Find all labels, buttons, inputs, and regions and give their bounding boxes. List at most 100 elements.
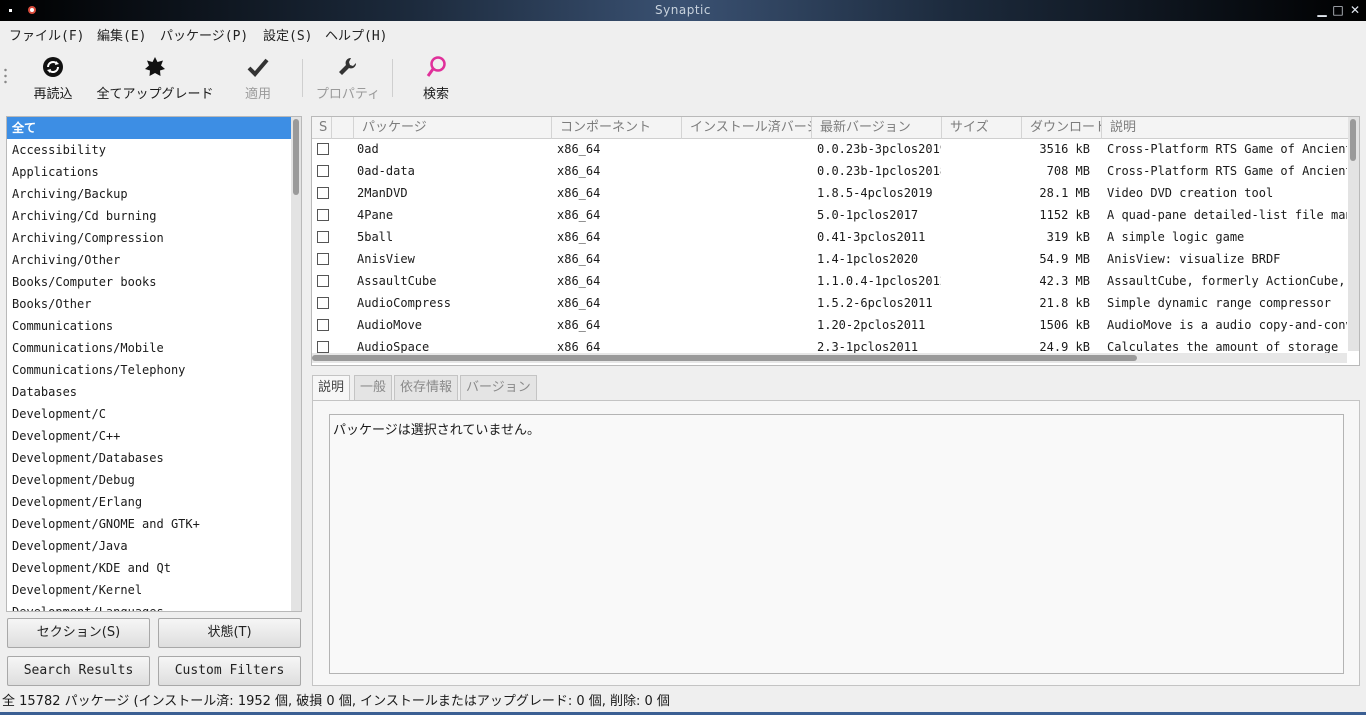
package-name: 5ball [357,230,394,244]
package-checkbox[interactable] [317,143,329,155]
section-item[interactable]: Communications/Mobile [7,337,291,359]
package-description: AnisView: visualize BRDF [1107,252,1281,266]
column-description[interactable]: 説明 [1102,117,1359,139]
package-checkbox[interactable] [317,319,329,331]
section-item[interactable]: Archiving/Backup [7,183,291,205]
package-list[interactable]: S パッケージ コンポーネント インストール済バージョン 最新バージョン サイズ… [311,116,1360,366]
column-component[interactable]: コンポーネント [552,117,682,139]
scrollbar-thumb[interactable] [1350,119,1356,161]
toolbar-separator [302,59,303,97]
toolbar: 再読込 全てアップグレード 適用 プロパティ 検索 [0,45,1366,110]
package-name: 4Pane [357,208,394,222]
package-download-size: 42.3 MB [1039,274,1090,288]
custom-filters-button[interactable]: Custom Filters [158,656,301,686]
menu-bar: ファイル(F) 編集(E) パッケージ(P) 設定(S) ヘルプ(H) [0,21,1366,45]
package-checkbox[interactable] [317,231,329,243]
search-results-button[interactable]: Search Results [7,656,150,686]
package-download-size: 708 MB [1046,164,1090,178]
description-panel: パッケージは選択されていません。 [312,400,1360,686]
table-row[interactable]: AudioMove x86_64 1.20-2pclos2011 1506 kB… [312,314,1347,336]
table-row[interactable]: 4Pane x86_64 5.0-1pclos2017 1152 kB A qu… [312,204,1347,226]
column-marker[interactable] [332,117,354,139]
package-list-hscrollbar[interactable] [312,353,1347,363]
package-checkbox[interactable] [317,253,329,265]
section-item[interactable]: Development/KDE and Qt [7,557,291,579]
column-installed-version[interactable]: インストール済バージョン [682,117,812,139]
package-download-size: 28.1 MB [1039,186,1090,200]
menu-package[interactable]: パッケージ(P) [160,25,248,44]
column-status[interactable]: S [312,117,332,139]
table-row[interactable]: AnisView x86_64 1.4-1pclos2020 54.9 MB A… [312,248,1347,270]
section-item[interactable]: Development/C++ [7,425,291,447]
section-item[interactable]: Communications/Telephony [7,359,291,381]
section-item-all[interactable]: 全て [7,117,291,139]
package-description: A simple logic game [1107,230,1245,244]
table-row[interactable]: 2ManDVD x86_64 1.8.5-4pclos2019 28.1 MB … [312,182,1347,204]
search-button[interactable]: 検索 [414,45,458,110]
section-item[interactable]: Development/Languages [7,601,291,611]
package-description: A quad-pane detailed-list file manager [1107,208,1347,222]
column-download[interactable]: ダウンロード [1022,117,1102,139]
column-size[interactable]: サイズ [942,117,1022,139]
package-latest-version: 1.4-1pclos2020 [817,252,919,266]
column-latest-version[interactable]: 最新バージョン [812,117,942,139]
minimize-icon[interactable]: ▁ [1315,3,1329,17]
tab-description[interactable]: 説明 [312,375,351,402]
table-row[interactable]: AudioCompress x86_64 1.5.2-6pclos2011 21… [312,292,1347,314]
section-item[interactable]: Development/Databases [7,447,291,469]
package-checkbox[interactable] [317,297,329,309]
package-component: x86_64 [557,208,601,222]
section-item[interactable]: Communications [7,315,291,337]
table-row[interactable]: 0ad x86_64 0.0.23b-3pclos2019 3516 kB Cr… [312,138,1347,160]
section-item[interactable]: Archiving/Compression [7,227,291,249]
tab-dependencies[interactable]: 依存情報 [394,375,459,401]
apply-button[interactable]: 適用 [236,45,280,110]
package-component: x86_64 [557,274,601,288]
section-item[interactable]: Books/Other [7,293,291,315]
package-download-size: 21.8 kB [1039,296,1090,310]
table-row[interactable]: AssaultCube x86_64 1.1.0.4-1pclos2012 42… [312,270,1347,292]
menu-help[interactable]: ヘルプ(H) [325,25,387,44]
section-list[interactable]: 全て Accessibility Applications Archiving/… [6,116,302,612]
section-item[interactable]: Development/Kernel [7,579,291,601]
scrollbar-thumb[interactable] [312,355,1137,361]
package-checkbox[interactable] [317,209,329,221]
menu-edit[interactable]: 編集(E) [97,25,146,44]
status-button[interactable]: 状態(T) [158,618,301,648]
section-item[interactable]: Development/C [7,403,291,425]
section-item[interactable]: Applications [7,161,291,183]
section-item[interactable]: Books/Computer books [7,271,291,293]
scrollbar-thumb[interactable] [293,119,299,195]
table-row[interactable]: 0ad-data x86_64 0.0.23b-1pclos2018 708 M… [312,160,1347,182]
section-item[interactable]: Archiving/Cd burning [7,205,291,227]
package-component: x86_64 [557,164,601,178]
section-item[interactable]: Archiving/Other [7,249,291,271]
properties-button[interactable]: プロパティ [313,45,383,110]
package-list-vscrollbar[interactable] [1348,117,1359,351]
section-list-scrollbar[interactable] [291,117,301,611]
package-checkbox[interactable] [317,187,329,199]
sections-button[interactable]: セクション(S) [7,618,150,648]
maximize-icon[interactable]: □ [1331,3,1345,17]
search-icon [426,56,446,77]
toolbar-grip[interactable] [4,67,7,85]
column-package[interactable]: パッケージ [354,117,552,139]
section-item[interactable]: Development/GNOME and GTK+ [7,513,291,535]
package-download-size: 319 kB [1046,230,1090,244]
tab-versions[interactable]: バージョン [460,375,537,401]
close-icon[interactable]: ✕ [1348,3,1362,17]
section-item[interactable]: Accessibility [7,139,291,161]
section-item[interactable]: Development/Debug [7,469,291,491]
menu-file[interactable]: ファイル(F) [9,25,84,44]
table-row[interactable]: 5ball x86_64 0.41-3pclos2011 319 kB A si… [312,226,1347,248]
section-item[interactable]: Development/Java [7,535,291,557]
package-checkbox[interactable] [317,165,329,177]
menu-settings[interactable]: 設定(S) [263,25,312,44]
reload-button[interactable]: 再読込 [27,45,79,110]
tab-general[interactable]: 一般 [354,375,393,401]
section-item[interactable]: Databases [7,381,291,403]
package-checkbox[interactable] [317,275,329,287]
section-item[interactable]: Development/Erlang [7,491,291,513]
package-checkbox[interactable] [317,341,329,353]
upgrade-all-button[interactable]: 全てアップグレード [93,45,217,110]
